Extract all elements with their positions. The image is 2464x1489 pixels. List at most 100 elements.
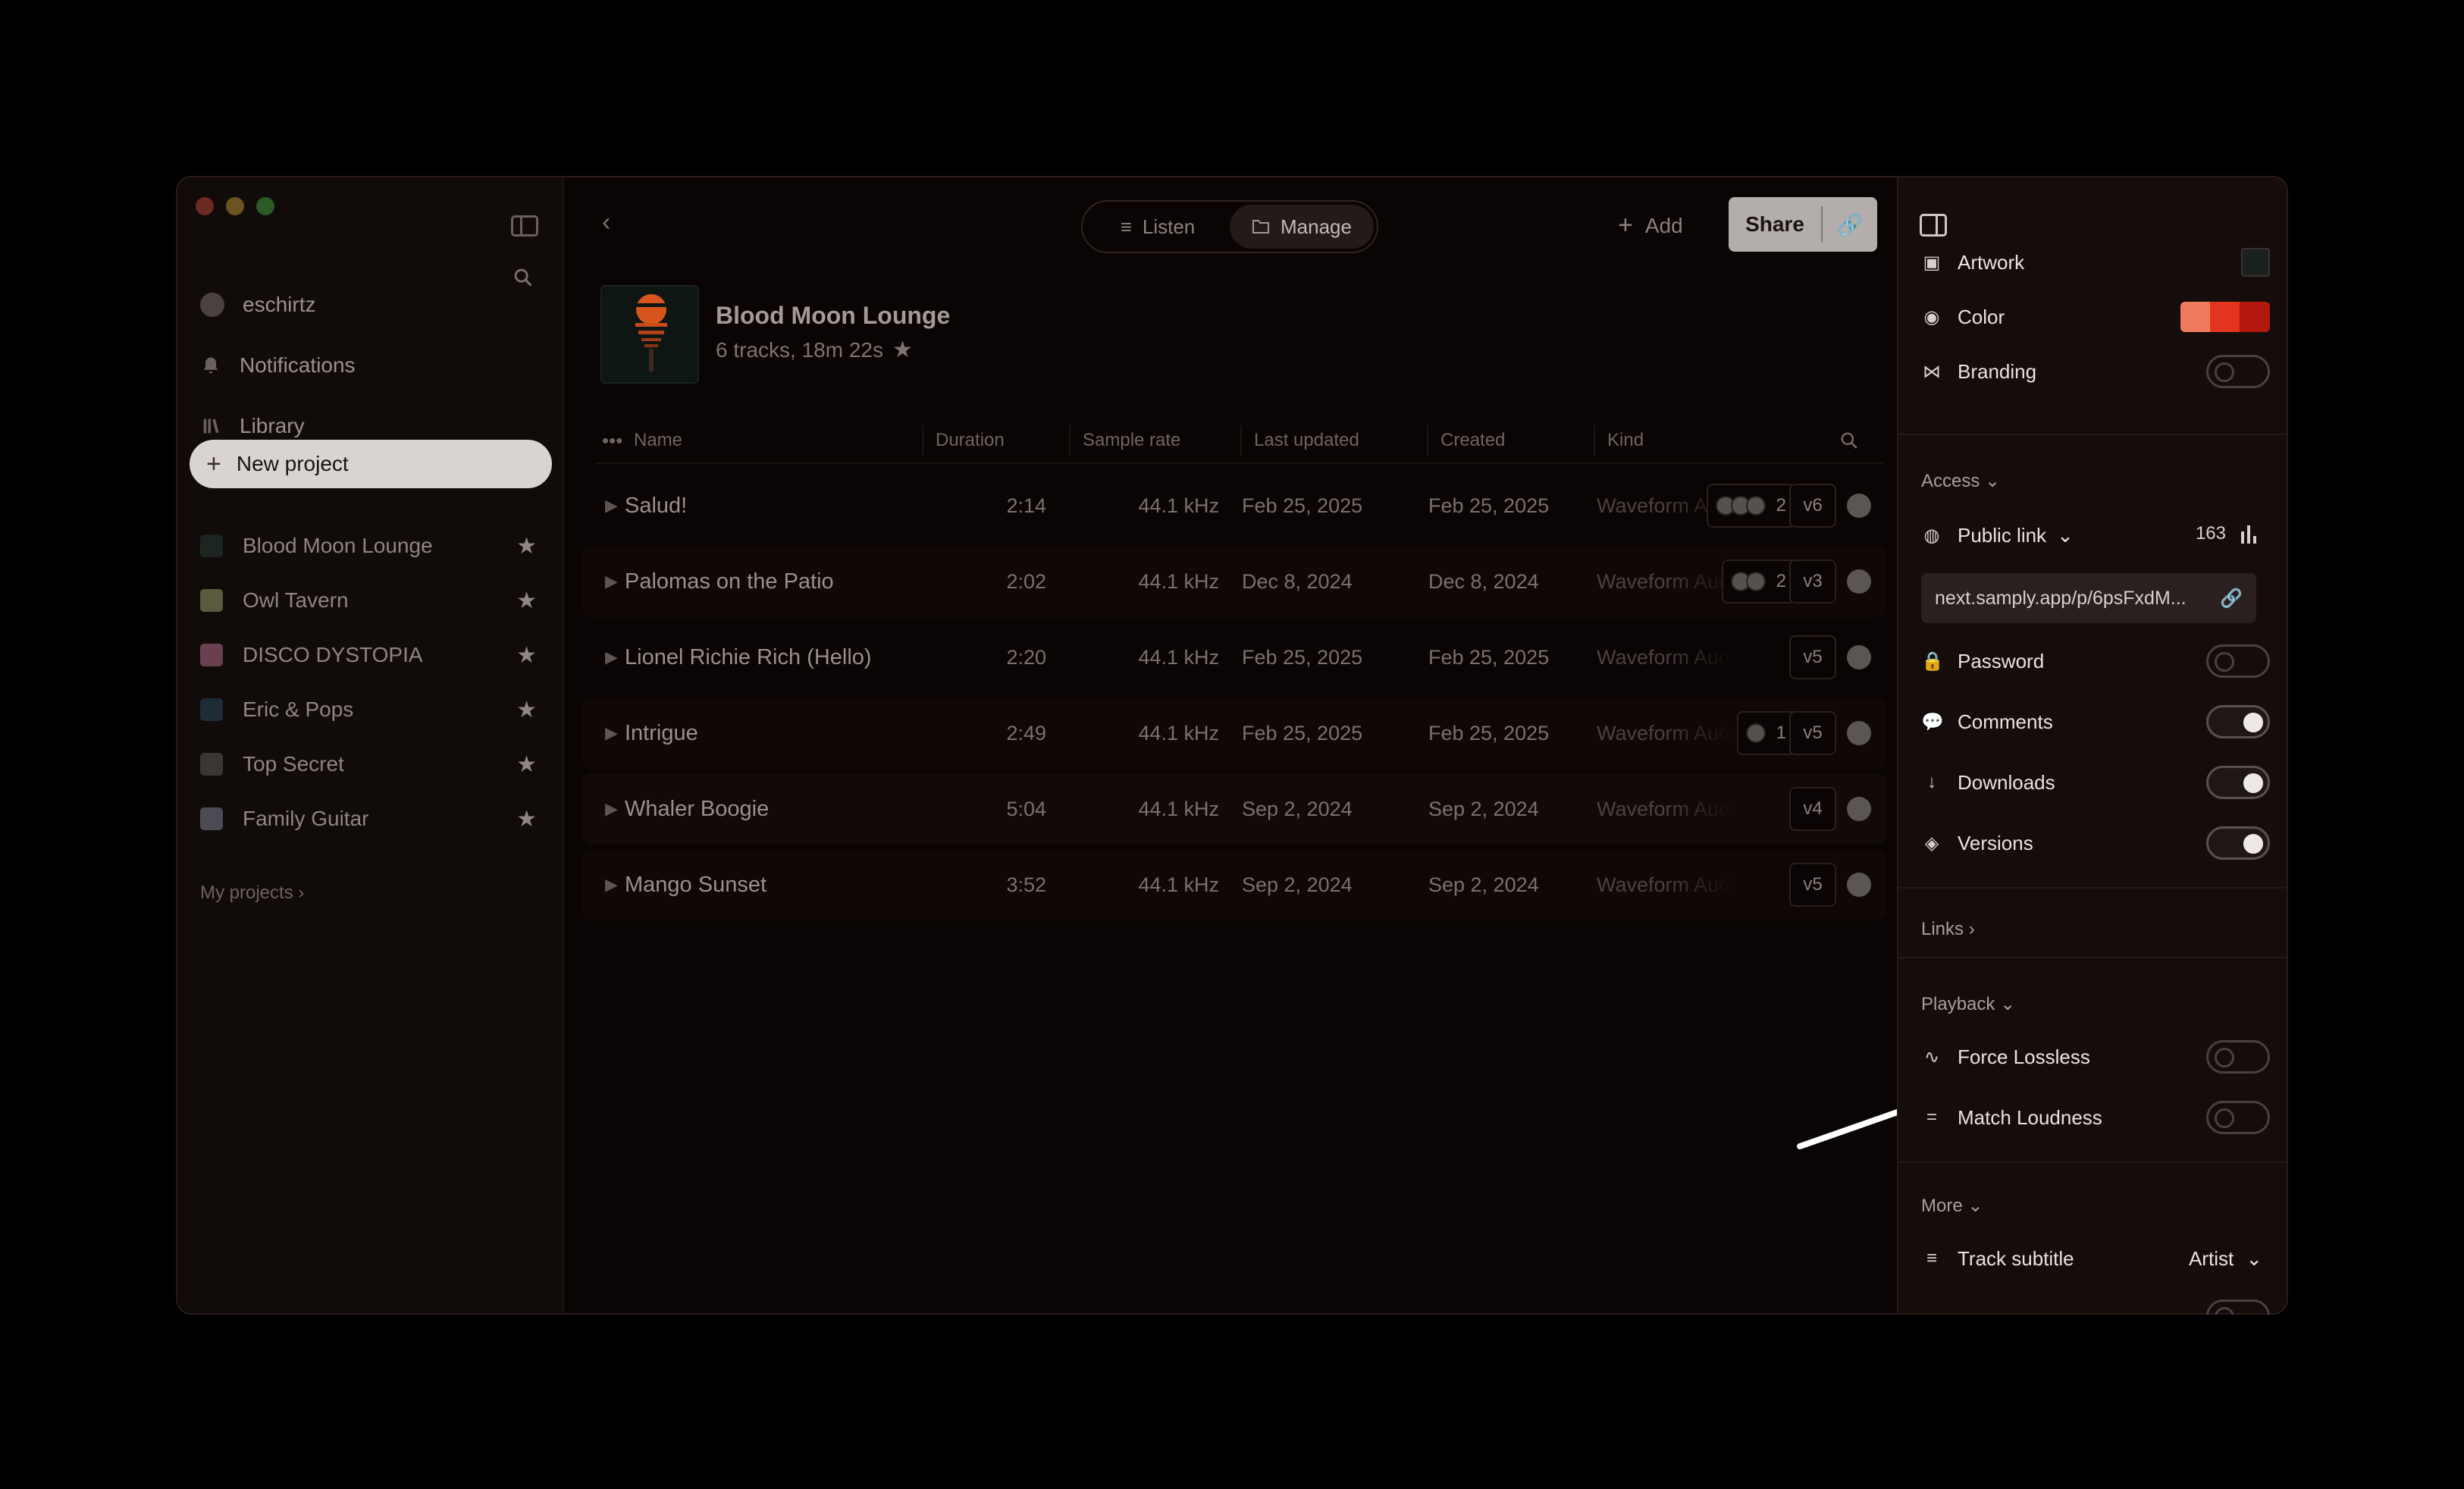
project-thumbnail: [200, 698, 223, 721]
project-item-disco-dystopia[interactable]: DISCO DYSTOPIA ★: [200, 632, 549, 678]
back-chevron-icon[interactable]: ‹: [602, 208, 610, 237]
comments-badge[interactable]: 2: [1721, 560, 1795, 603]
project-item-eric-pops[interactable]: Eric & Pops ★: [200, 687, 549, 732]
playback-label: Playback: [1921, 994, 1995, 1014]
my-projects-label: My projects: [200, 882, 293, 903]
partial-toggle[interactable]: [2206, 1299, 2270, 1315]
project-item-owl-tavern[interactable]: Owl Tavern ★: [200, 578, 549, 623]
track-updated: Dec 8, 2024: [1242, 569, 1353, 593]
project-item-blood-moon-lounge[interactable]: Blood Moon Lounge ★: [200, 523, 549, 569]
add-button[interactable]: + Add: [1618, 211, 1683, 240]
version-badge[interactable]: v3: [1789, 560, 1836, 603]
play-icon[interactable]: ▶: [605, 773, 618, 845]
table-row[interactable]: ▶ Whaler Boogie 5:04 44.1 kHz Sep 2, 202…: [582, 773, 1886, 845]
star-icon[interactable]: ★: [516, 588, 537, 614]
search-icon[interactable]: [1839, 431, 1859, 450]
branding-toggle[interactable]: [2206, 355, 2270, 388]
play-icon[interactable]: ▶: [605, 546, 618, 617]
links-section-header[interactable]: Links ›: [1921, 919, 1975, 940]
star-icon[interactable]: ★: [516, 642, 537, 669]
tab-listen[interactable]: ≡ Listen: [1086, 205, 1230, 249]
star-icon[interactable]: ★: [516, 806, 537, 832]
avatar: [1745, 572, 1766, 591]
play-icon[interactable]: ▶: [605, 849, 618, 920]
project-subtitle: 6 tracks, 18m 22s ★: [716, 337, 913, 363]
star-icon[interactable]: ★: [892, 337, 913, 363]
star-icon[interactable]: ★: [516, 533, 537, 560]
toggle-knob: [2215, 362, 2234, 382]
lock-icon: 🔒: [1921, 650, 1944, 672]
play-icon[interactable]: ▶: [605, 470, 618, 541]
more-section-header[interactable]: More ⌄: [1921, 1195, 1983, 1217]
minimize-window-button[interactable]: [226, 197, 244, 215]
chevron-down-icon: ⌄: [2000, 994, 2016, 1014]
artwork-thumbnail[interactable]: [2241, 248, 2270, 277]
sidebar-toggle-icon[interactable]: [511, 215, 538, 237]
play-icon[interactable]: ▶: [605, 697, 618, 769]
playback-section-header[interactable]: Playback ⌄: [1921, 993, 2015, 1015]
version-badge[interactable]: v4: [1789, 787, 1836, 831]
project-item-family-guitar[interactable]: Family Guitar ★: [200, 796, 549, 842]
star-icon[interactable]: ★: [516, 751, 537, 778]
version-badge[interactable]: v5: [1789, 711, 1836, 755]
more-options-icon[interactable]: •••: [602, 429, 622, 453]
version-badge[interactable]: v5: [1789, 635, 1836, 679]
track-duration: 2:20: [1006, 645, 1046, 669]
copy-link-icon[interactable]: 🔗: [1823, 212, 1877, 237]
column-sample-rate[interactable]: Sample rate: [1069, 425, 1180, 456]
new-project-button[interactable]: + New project: [190, 440, 552, 488]
comments-badge[interactable]: 2: [1706, 484, 1795, 528]
version-badge[interactable]: v6: [1789, 484, 1836, 528]
comments-toggle[interactable]: [2206, 705, 2270, 738]
access-section-header[interactable]: Access ⌄: [1921, 470, 2000, 492]
table-row[interactable]: ▶ Mango Sunset 3:52 44.1 kHz Sep 2, 2024…: [582, 849, 1886, 920]
password-toggle[interactable]: [2206, 644, 2270, 678]
bar-chart-icon: [2241, 525, 2256, 544]
column-duration[interactable]: Duration: [922, 425, 1005, 456]
play-icon[interactable]: ▶: [605, 622, 618, 693]
track-kind: Waveform Audio: [1597, 797, 1733, 820]
tab-manage[interactable]: Manage: [1230, 205, 1374, 249]
column-kind[interactable]: Kind: [1594, 425, 1644, 456]
library-icon: [203, 418, 219, 434]
version-badge[interactable]: v5: [1789, 863, 1836, 907]
table-row[interactable]: ▶ Palomas on the Patio 2:02 44.1 kHz Dec…: [582, 546, 1886, 617]
share-button[interactable]: Share: [1729, 212, 1821, 237]
table-row[interactable]: ▶ Lionel Richie Rich (Hello) 2:20 44.1 k…: [582, 622, 1886, 693]
track-name: Intrigue: [625, 720, 698, 745]
star-icon[interactable]: ★: [516, 697, 537, 723]
toggle-knob: [2215, 1108, 2234, 1128]
force-lossless-toggle[interactable]: [2206, 1040, 2270, 1074]
track-name: Palomas on the Patio: [625, 569, 834, 594]
views-stat[interactable]: 163: [2196, 523, 2258, 544]
table-row[interactable]: ▶ Salud! 2:14 44.1 kHz Feb 25, 2025 Feb …: [582, 470, 1886, 541]
project-item-top-secret[interactable]: Top Secret ★: [200, 741, 549, 787]
toggle-knob: [2215, 652, 2234, 672]
image-icon: ▣: [1923, 252, 1941, 273]
track-subtitle-row[interactable]: ≡ Track subtitle Artist ⌄: [1921, 1237, 2270, 1280]
search-icon[interactable]: [513, 267, 534, 288]
project-label: Eric & Pops: [243, 697, 354, 721]
public-url-field[interactable]: next.samply.app/p/6psFxdM... 🔗: [1921, 573, 2256, 623]
table-row[interactable]: ▶ Intrigue 2:49 44.1 kHz Feb 25, 2025 Fe…: [582, 697, 1886, 769]
versions-toggle[interactable]: [2206, 826, 2270, 860]
color-swatch[interactable]: [2180, 302, 2270, 332]
color-row[interactable]: ◉ Color: [1921, 296, 2270, 338]
track-kind: Waveform Audio: [1597, 721, 1733, 744]
downloads-toggle[interactable]: [2206, 766, 2270, 799]
user-menu[interactable]: eschirtz: [200, 282, 534, 328]
track-subtitle-select[interactable]: Artist ⌄: [2189, 1247, 2262, 1271]
match-loudness-toggle[interactable]: [2206, 1101, 2270, 1134]
close-window-button[interactable]: [196, 197, 214, 215]
column-name[interactable]: Name: [622, 425, 682, 456]
copy-link-icon[interactable]: 🔗: [2220, 588, 2243, 610]
comments-badge[interactable]: 1: [1736, 711, 1795, 755]
my-projects-link[interactable]: My projects ›: [200, 882, 304, 904]
column-created[interactable]: Created: [1427, 425, 1505, 456]
column-last-updated[interactable]: Last updated: [1240, 425, 1359, 456]
versions-row: ◈ Versions: [1921, 822, 2270, 864]
sidebar-item-notifications[interactable]: Notifications: [200, 343, 534, 388]
artwork-row[interactable]: ▣ Artwork: [1921, 241, 2270, 284]
track-kind: Waveform Audio: [1597, 569, 1733, 593]
maximize-window-button[interactable]: [256, 197, 274, 215]
